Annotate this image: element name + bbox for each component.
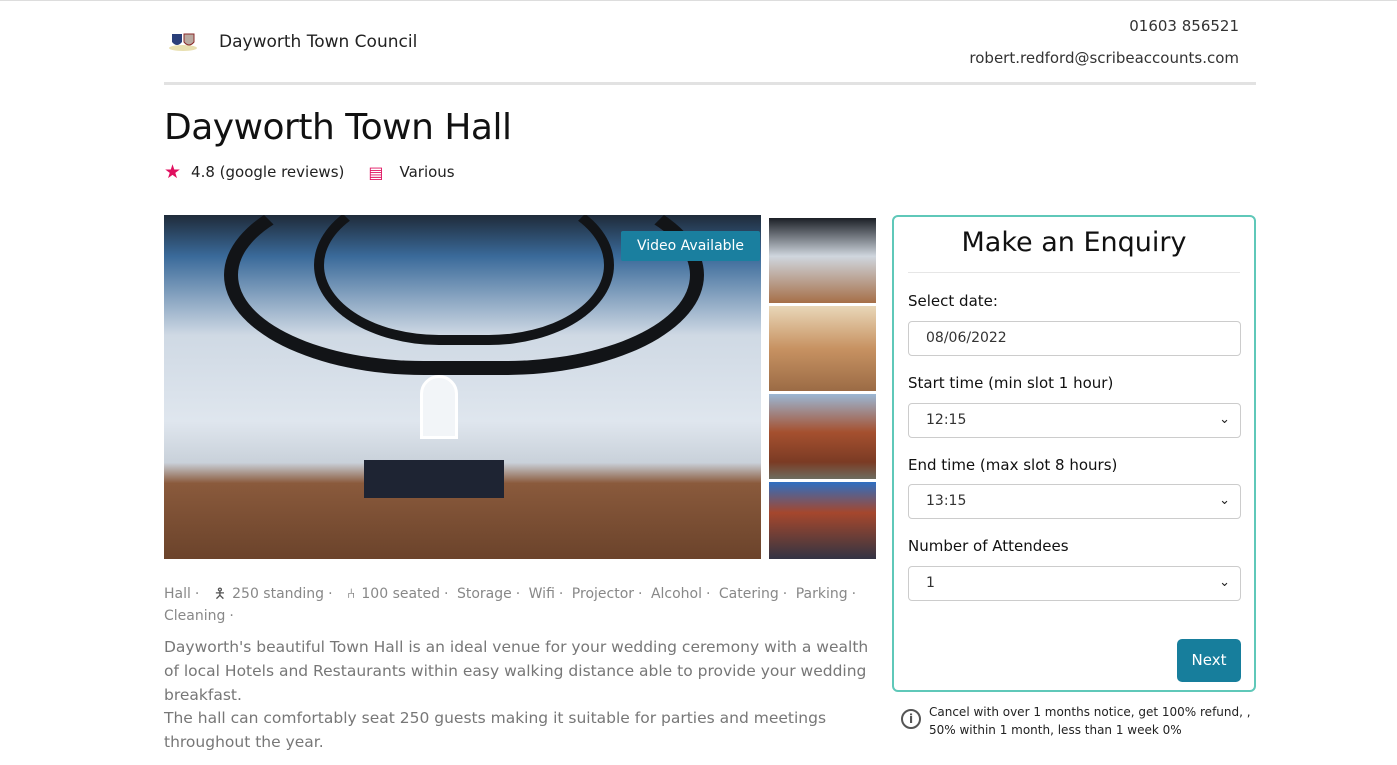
feature: Parking — [795, 586, 848, 602]
end-time-select[interactable]: 13:15 ⌄ — [908, 484, 1241, 519]
policy-text: Cancel with over 1 months notice, get 10… — [929, 705, 1251, 737]
enquiry-form: Make an Enquiry Select date: 08/06/2022 … — [892, 215, 1256, 692]
venue-meta: ★ 4.8 (google reviews) ▤ Various — [164, 161, 455, 183]
date-label: Select date: — [908, 292, 998, 310]
info-icon: i — [901, 709, 921, 729]
attendees-select[interactable]: 1 ⌄ — [908, 566, 1241, 601]
chevron-down-icon: ⌄ — [1219, 575, 1230, 590]
feature: 250 standing — [232, 586, 325, 602]
start-time-select[interactable]: 12:15 ⌄ — [908, 403, 1241, 438]
start-time-label: Start time (min slot 1 hour) — [908, 374, 1114, 392]
description-paragraph: The hall can comfortably seat 250 guests… — [164, 709, 827, 751]
feature: Hall — [164, 586, 191, 602]
selected-value: 13:15 — [926, 493, 967, 509]
feature: Catering — [718, 586, 779, 602]
main-venue-photo[interactable] — [164, 215, 761, 559]
chevron-down-icon: ⌄ — [1219, 412, 1230, 427]
star-icon: ★ — [164, 161, 182, 183]
person-icon: 🯅 — [213, 586, 227, 602]
chair-icon: ⑃ — [346, 586, 356, 602]
category: Various — [399, 163, 455, 181]
chevron-down-icon: ⌄ — [1219, 493, 1230, 508]
next-button[interactable]: Next — [1177, 639, 1241, 682]
council-logo — [169, 33, 197, 51]
rating: 4.8 (google reviews) — [191, 163, 345, 181]
thumbnail-photo[interactable] — [769, 306, 876, 391]
feature: Projector — [571, 586, 635, 602]
cancellation-policy: i Cancel with over 1 months notice, get … — [901, 703, 1251, 739]
thumbnail-photo[interactable] — [769, 482, 876, 559]
feature: 100 seated — [361, 586, 441, 602]
end-time-label: End time (max slot 8 hours) — [908, 456, 1118, 474]
feature: Storage — [456, 586, 512, 602]
attendees-label: Number of Attendees — [908, 537, 1069, 555]
selected-value: 12:15 — [926, 412, 967, 428]
council-name[interactable]: Dayworth Town Council — [219, 32, 417, 52]
receipt-icon: ▤ — [368, 162, 384, 182]
enquiry-title: Make an Enquiry — [961, 227, 1187, 258]
phone-number[interactable]: 01603 856521 — [1129, 17, 1239, 35]
header-divider — [164, 82, 1256, 85]
feature-list: Hall · 🯅 250 standing · ⑃ 100 seated · Storag… — [164, 586, 857, 624]
selected-value: 1 — [926, 575, 935, 591]
page-title: Dayworth Town Hall — [164, 107, 512, 148]
email-address[interactable]: robert.redford@scribeaccounts.com — [969, 49, 1239, 67]
date-input[interactable]: 08/06/2022 — [908, 321, 1241, 356]
video-available-button[interactable]: Video Available — [621, 231, 761, 261]
feature: Cleaning — [164, 608, 226, 624]
thumbnail-photo[interactable] — [769, 218, 876, 303]
thumbnail-photo[interactable] — [769, 394, 876, 479]
divider — [908, 272, 1240, 273]
feature: Wifi — [528, 586, 555, 602]
feature: Alcohol — [650, 586, 702, 602]
description-paragraph: Dayworth's beautiful Town Hall is an ide… — [164, 638, 869, 704]
